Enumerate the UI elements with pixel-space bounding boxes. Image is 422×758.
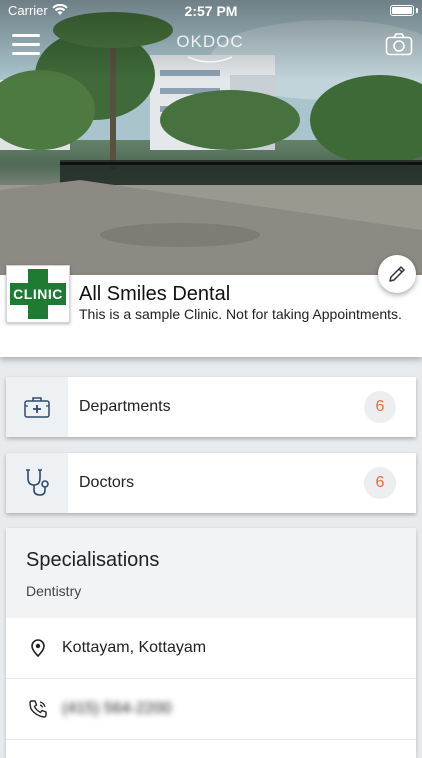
location-row[interactable]: Kottayam, Kottayam (6, 618, 416, 679)
status-bar: Carrier 2:57 PM (0, 0, 422, 22)
phone-row[interactable]: (415) 564-2200 (6, 679, 416, 740)
location-pin-icon (31, 639, 45, 658)
doctors-row[interactable]: Doctors 6 (6, 453, 416, 513)
phone-text: (415) 564-2200 (62, 700, 172, 717)
edit-clinic-button[interactable] (378, 255, 416, 293)
clinic-info-card: Specialisations Dentistry Kottayam, Kott… (6, 528, 416, 758)
doctors-count-badge: 6 (364, 467, 396, 499)
departments-row[interactable]: Departments 6 (6, 377, 416, 437)
pencil-icon (389, 266, 405, 282)
location-text: Kottayam, Kottayam (62, 639, 207, 656)
okdoc-logo: OKDOC (175, 32, 245, 66)
departments-count-badge: 6 (364, 391, 396, 423)
clinic-cover-photo: Carrier 2:57 PM OKDOC (0, 0, 422, 275)
battery-icon (390, 5, 414, 16)
stethoscope-icon (26, 469, 49, 496)
logo-smile-icon (187, 56, 233, 63)
menu-icon[interactable] (12, 34, 40, 56)
medical-kit-icon (24, 397, 50, 418)
specialisations-title: Specialisations (26, 549, 160, 571)
clinic-header-card: CLINIC All Smiles Dental This is a sampl… (0, 265, 422, 357)
clinic-name: All Smiles Dental (79, 283, 231, 305)
doctors-label: Doctors (79, 474, 135, 491)
clock-label: 2:57 PM (184, 3, 238, 19)
phone-icon (29, 700, 47, 718)
clinic-description: This is a sample Clinic. Not for taking … (79, 306, 402, 322)
specialisations-section: Specialisations Dentistry (6, 528, 416, 618)
specialisation-item: Dentistry (26, 583, 82, 599)
clinic-logo: CLINIC (6, 265, 70, 323)
camera-icon[interactable] (385, 32, 413, 56)
departments-label: Departments (79, 398, 171, 415)
